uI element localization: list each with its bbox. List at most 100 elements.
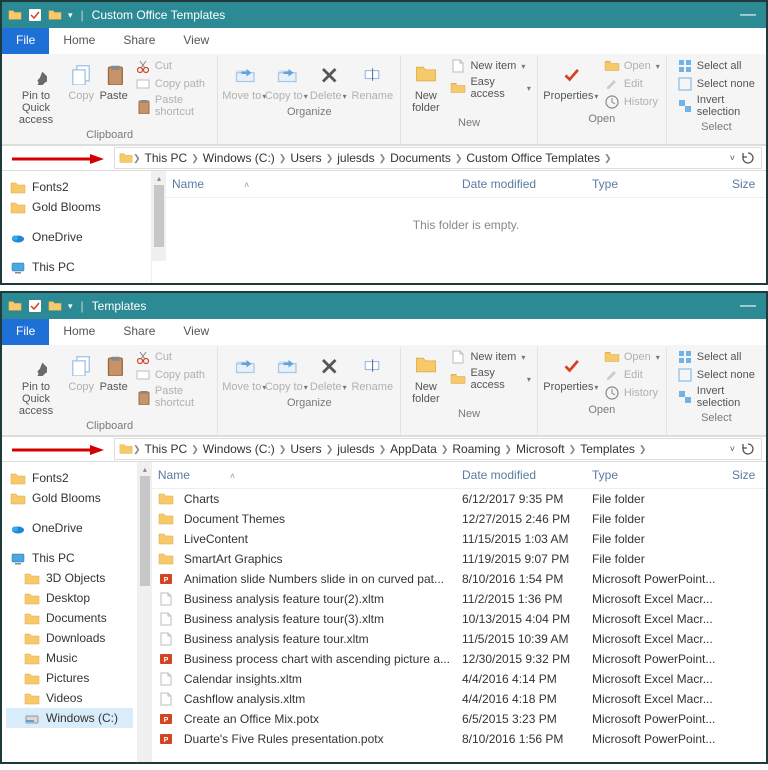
nav-this-pc[interactable]: This PC xyxy=(6,548,133,568)
dropdown-icon[interactable]: ˅ xyxy=(730,153,735,163)
invert-selection-button[interactable]: Invert selection xyxy=(677,385,760,409)
properties-button[interactable]: Properties▾ xyxy=(544,58,598,110)
tab-home[interactable]: Home xyxy=(49,319,109,345)
chevron-right-icon[interactable]: ❯ xyxy=(441,444,449,455)
list-item[interactable]: Calendar insights.xltm 4/4/2016 4:14 PM … xyxy=(152,669,766,689)
nav-item[interactable]: Music xyxy=(6,648,133,668)
easy-access-button[interactable]: Easy access▾ xyxy=(450,367,530,391)
rename-button[interactable]: Rename xyxy=(350,58,394,103)
breadcrumb-item[interactable]: julesds xyxy=(333,442,378,456)
copy-to-button[interactable]: Copy to▾ xyxy=(266,349,306,394)
new-folder-button[interactable]: New folder xyxy=(407,349,444,405)
titlebar[interactable]: ▾ | Custom Office Templates — xyxy=(2,2,766,28)
move-to-button[interactable]: Move to▾ xyxy=(224,349,264,394)
breadcrumb-item[interactable]: Users xyxy=(286,442,325,456)
open-button[interactable]: Open▾ xyxy=(604,349,660,365)
list-item[interactable]: Duarte's Five Rules presentation.potx 8/… xyxy=(152,729,766,749)
chevron-right-icon[interactable]: ❯ xyxy=(455,153,463,164)
nav-item[interactable]: 3D Objects xyxy=(6,568,133,588)
rename-button[interactable]: Rename xyxy=(350,349,394,394)
select-none-button[interactable]: Select none xyxy=(677,367,760,383)
delete-button[interactable]: Delete▾ xyxy=(308,58,348,103)
chevron-right-icon[interactable]: ❯ xyxy=(569,444,577,455)
chevron-right-icon[interactable]: ❯ xyxy=(604,153,612,164)
move-to-button[interactable]: Move to▾ xyxy=(224,58,264,103)
nav-item[interactable]: Windows (C:) xyxy=(6,708,133,728)
new-folder-button[interactable]: New folder xyxy=(407,58,444,114)
nav-item[interactable]: Fonts2 xyxy=(6,468,133,488)
breadcrumb-item[interactable]: Windows (C:) xyxy=(199,151,279,165)
list-item[interactable]: Cashflow analysis.xltm 4/4/2016 4:18 PM … xyxy=(152,689,766,709)
paste-button[interactable]: Paste xyxy=(98,349,128,417)
cut-button[interactable]: Cut xyxy=(135,58,211,74)
history-button[interactable]: History xyxy=(604,385,660,401)
chevron-right-icon[interactable]: ❯ xyxy=(504,444,512,455)
list-item[interactable]: Animation slide Numbers slide in on curv… xyxy=(152,569,766,589)
nav-item[interactable]: Fonts2 xyxy=(6,177,147,197)
qat-dropdown-icon[interactable]: ▾ xyxy=(68,10,73,21)
chevron-right-icon[interactable]: ❯ xyxy=(379,444,387,455)
col-name[interactable]: Name˄ xyxy=(166,177,456,191)
tab-view[interactable]: View xyxy=(169,319,223,345)
col-date[interactable]: Date modified xyxy=(456,177,586,191)
col-type[interactable]: Type xyxy=(586,177,726,191)
breadcrumb-item[interactable]: julesds xyxy=(333,151,378,165)
col-type[interactable]: Type xyxy=(586,468,726,482)
nav-item[interactable]: Pictures xyxy=(6,668,133,688)
col-name[interactable]: Name˄ xyxy=(152,468,456,482)
nav-onedrive[interactable]: OneDrive xyxy=(6,518,133,538)
refresh-icon[interactable] xyxy=(741,442,755,456)
list-item[interactable]: SmartArt Graphics 11/19/2015 9:07 PM Fil… xyxy=(152,549,766,569)
new-item-button[interactable]: New item▾ xyxy=(450,58,530,74)
breadcrumb-item[interactable]: Templates xyxy=(576,442,639,456)
paste-shortcut-button[interactable]: Paste shortcut xyxy=(135,385,211,409)
invert-selection-button[interactable]: Invert selection xyxy=(677,94,760,118)
edit-button[interactable]: Edit xyxy=(604,76,660,92)
properties-button[interactable]: Properties▾ xyxy=(544,349,598,401)
chevron-right-icon[interactable]: ❯ xyxy=(639,444,647,455)
breadcrumb-item[interactable]: Roaming xyxy=(448,442,504,456)
pin-quick-access-button[interactable]: Pin to Quick access xyxy=(8,349,64,417)
select-all-button[interactable]: Select all xyxy=(677,58,760,74)
list-item[interactable]: Charts 6/12/2017 9:35 PM File folder xyxy=(152,489,766,509)
chevron-right-icon[interactable]: ❯ xyxy=(379,153,387,164)
copy-to-button[interactable]: Copy to▾ xyxy=(266,58,306,103)
tab-share[interactable]: Share xyxy=(109,28,169,54)
tab-share[interactable]: Share xyxy=(109,319,169,345)
scrollbar[interactable]: ▴ xyxy=(152,171,166,261)
breadcrumb-item[interactable]: Windows (C:) xyxy=(199,442,279,456)
edit-button[interactable]: Edit xyxy=(604,367,660,383)
nav-item[interactable]: Gold Blooms xyxy=(6,488,133,508)
address-bar[interactable]: ❯ This PC❯Windows (C:)❯Users❯julesds❯App… xyxy=(114,438,762,460)
qat-checkbox-icon[interactable] xyxy=(28,8,42,22)
chevron-right-icon[interactable]: ❯ xyxy=(326,153,334,164)
list-item[interactable]: Document Themes 12/27/2015 2:46 PM File … xyxy=(152,509,766,529)
paste-shortcut-button[interactable]: Paste shortcut xyxy=(135,94,211,118)
nav-item[interactable]: Videos xyxy=(6,688,133,708)
chevron-right-icon[interactable]: ❯ xyxy=(279,153,287,164)
list-item[interactable]: Business analysis feature tour(3).xltm 1… xyxy=(152,609,766,629)
dropdown-icon[interactable]: ˅ xyxy=(730,444,735,454)
scrollbar[interactable]: ▴ xyxy=(138,462,152,762)
open-button[interactable]: Open▾ xyxy=(604,58,660,74)
qat-checkbox-icon[interactable] xyxy=(28,299,42,313)
breadcrumb-item[interactable]: This PC xyxy=(141,442,192,456)
paste-button[interactable]: Paste xyxy=(98,58,128,126)
qat-dropdown-icon[interactable]: ▾ xyxy=(68,301,73,312)
easy-access-button[interactable]: Easy access▾ xyxy=(450,76,530,100)
tab-file[interactable]: File xyxy=(2,319,49,345)
col-size[interactable]: Size xyxy=(726,468,766,482)
minimize-button[interactable]: — xyxy=(740,6,760,24)
nav-item[interactable]: Gold Blooms xyxy=(6,197,147,217)
chevron-right-icon[interactable]: ❯ xyxy=(191,153,199,164)
address-bar[interactable]: ❯ This PC❯Windows (C:)❯Users❯julesds❯Doc… xyxy=(114,147,762,169)
chevron-right-icon[interactable]: ❯ xyxy=(326,444,334,455)
list-item[interactable]: LiveContent 11/15/2015 1:03 AM File fold… xyxy=(152,529,766,549)
breadcrumb-item[interactable]: Microsoft xyxy=(512,442,569,456)
tab-file[interactable]: File xyxy=(2,28,49,54)
copy-button[interactable]: Copy xyxy=(66,349,96,417)
list-item[interactable]: Business process chart with ascending pi… xyxy=(152,649,766,669)
delete-button[interactable]: Delete▾ xyxy=(308,349,348,394)
pin-quick-access-button[interactable]: Pin to Quick access xyxy=(8,58,64,126)
nav-item[interactable]: Downloads xyxy=(6,628,133,648)
